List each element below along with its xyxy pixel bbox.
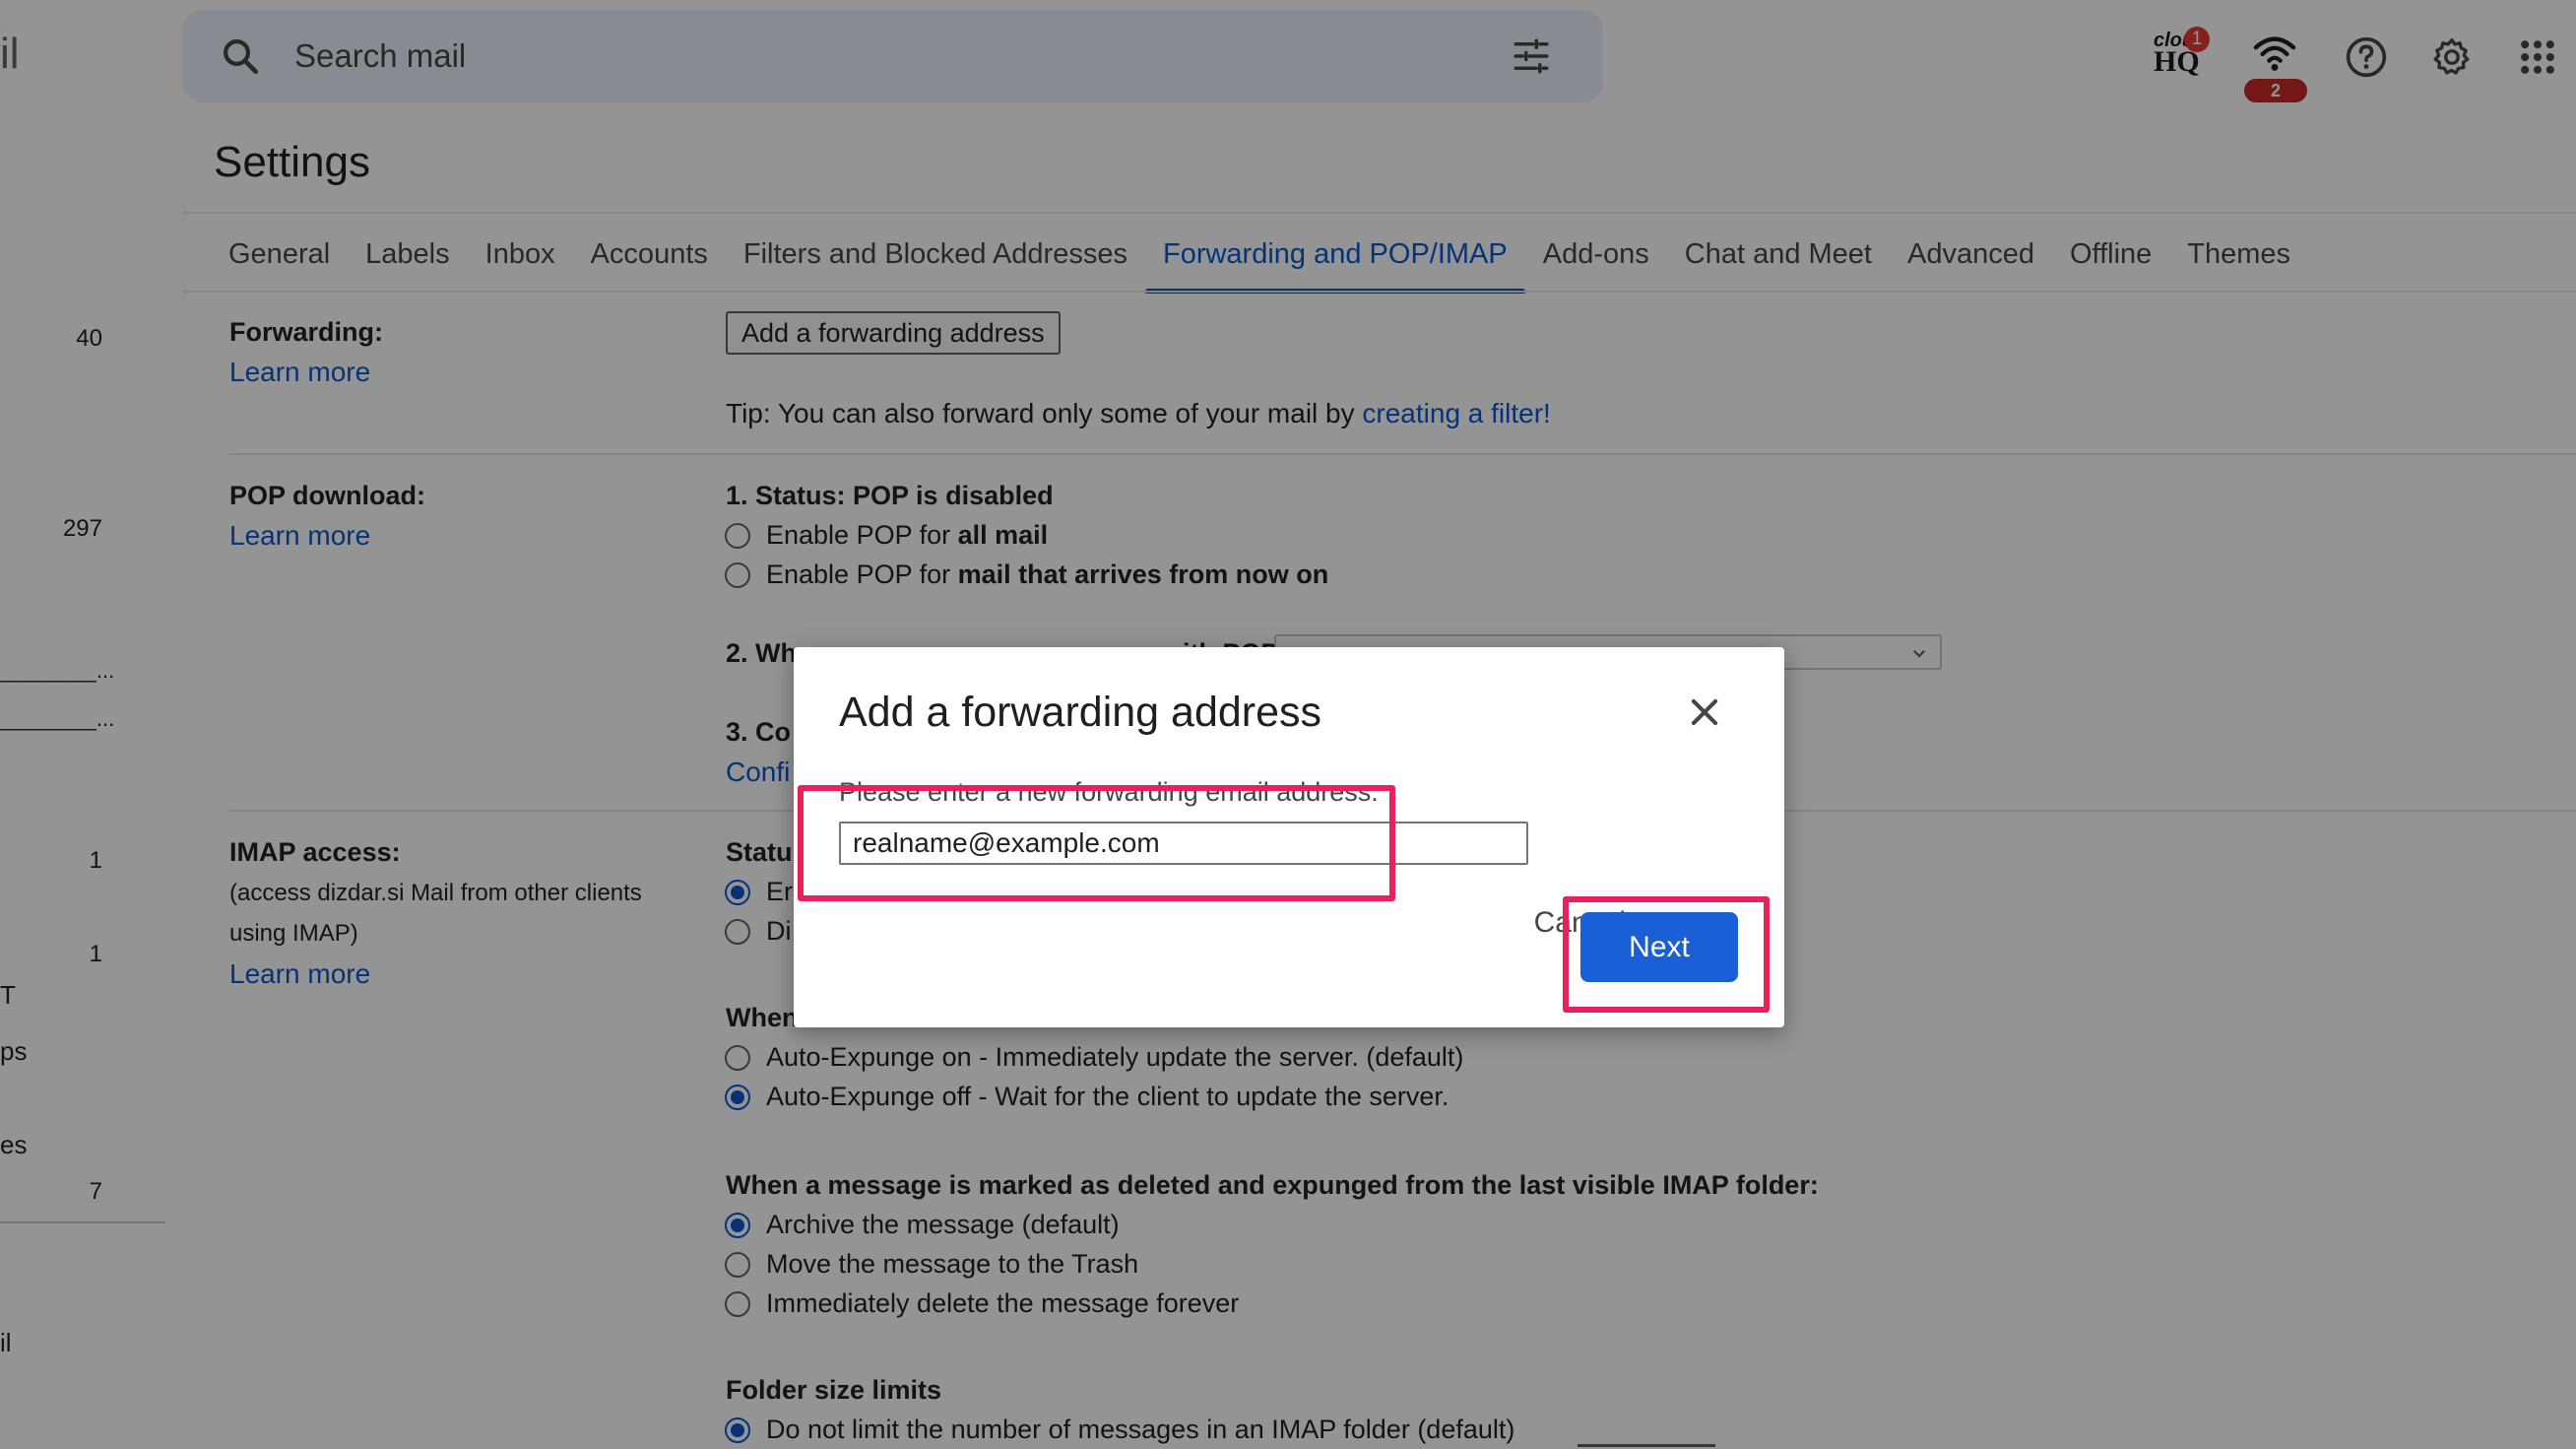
dialog-title: Add a forwarding address: [839, 689, 1322, 736]
next-button[interactable]: Next: [1580, 912, 1738, 982]
forwarding-email-input[interactable]: [839, 822, 1528, 865]
dialog-prompt: Please enter a new forwarding email addr…: [839, 777, 1379, 807]
close-icon[interactable]: [1686, 693, 1723, 731]
